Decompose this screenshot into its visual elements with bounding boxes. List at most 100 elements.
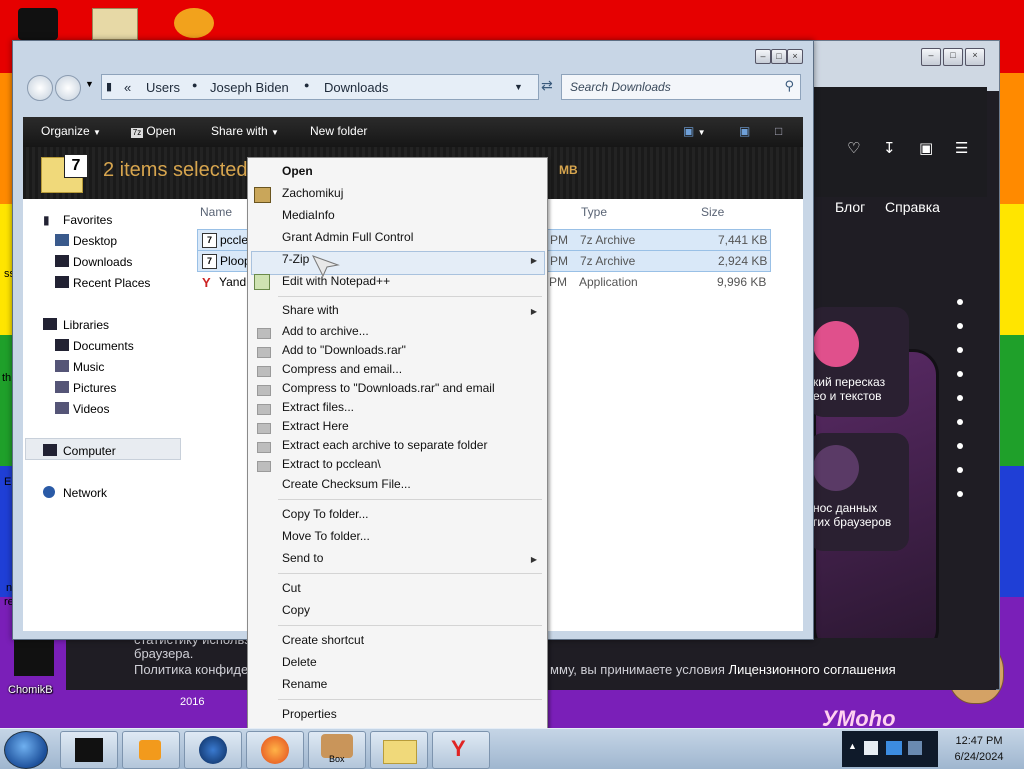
breadcrumb-user[interactable]: Joseph Biden	[210, 80, 289, 95]
open-button[interactable]: 7z Open	[131, 124, 176, 138]
maximize-button[interactable]: □	[943, 48, 963, 66]
menu-item-copy-to-folder[interactable]: Copy To folder...	[282, 507, 369, 521]
music-icon	[55, 360, 69, 372]
nav-libraries[interactable]: Libraries	[63, 318, 109, 332]
maximize-button[interactable]: □	[771, 49, 787, 64]
nav-link-blog[interactable]: Блог	[835, 199, 865, 215]
search-icon[interactable]: ⚲	[784, 78, 794, 94]
address-dropdown-icon[interactable]: ▼	[514, 82, 523, 92]
taskbar-app-chomikbox[interactable]: Box	[308, 731, 366, 769]
menu-item-add-to-downloads-rar[interactable]: Add to "Downloads.rar"	[282, 343, 406, 357]
breadcrumb-separator-icon: ●	[304, 80, 310, 90]
recent-places-icon	[55, 276, 69, 288]
nav-recent-places[interactable]: Recent Places	[73, 276, 150, 290]
winrar-icon	[257, 461, 271, 472]
taskbar-app-globe[interactable]	[184, 731, 242, 769]
nav-favorites[interactable]: Favorites	[63, 213, 112, 227]
menu-item-rename[interactable]: Rename	[282, 677, 327, 691]
menu-item-zachomikuj[interactable]: Zachomikuj	[282, 186, 343, 200]
menu-item-properties[interactable]: Properties	[282, 707, 337, 721]
close-button[interactable]: ×	[965, 48, 985, 66]
menu-icon[interactable]: ☰	[955, 139, 968, 157]
file-name: Yand	[219, 275, 247, 289]
recent-pages-icon[interactable]: ▼	[85, 79, 94, 89]
help-icon[interactable]: □	[775, 124, 782, 138]
download-icon[interactable]: ↧	[883, 139, 896, 157]
app-icon[interactable]	[174, 8, 214, 38]
card-text: нос данных гих браузеров	[813, 501, 892, 529]
pocket-icon[interactable]: ♡	[847, 139, 860, 157]
yandex-app-icon: Y	[202, 275, 211, 290]
clock-date[interactable]: 6/24/2024	[944, 751, 1014, 763]
menu-item-delete[interactable]: Delete	[282, 655, 317, 669]
menu-item-compress-and-email[interactable]: Compress and email...	[282, 362, 402, 376]
menu-item-extract-to[interactable]: Extract to pcclean\	[282, 457, 381, 471]
nav-link-help[interactable]: Справка	[885, 199, 940, 215]
notepadpp-icon	[254, 274, 270, 290]
nav-music[interactable]: Music	[73, 360, 104, 374]
close-button[interactable]: ×	[787, 49, 803, 64]
menu-item-add-to-archive[interactable]: Add to archive...	[282, 324, 369, 338]
extensions-icon[interactable]: ▣	[919, 139, 933, 157]
menu-item-extract-files[interactable]: Extract files...	[282, 400, 354, 414]
menu-item-mediainfo[interactable]: MediaInfo	[282, 208, 335, 222]
column-type[interactable]: Type	[581, 205, 607, 219]
chomikbox-desktop-icon[interactable]	[14, 636, 54, 676]
nav-downloads[interactable]: Downloads	[73, 255, 132, 269]
view-options-icon[interactable]: ▣ ▼	[683, 124, 706, 138]
menu-item-cut[interactable]: Cut	[282, 581, 301, 595]
back-button[interactable]	[27, 75, 53, 101]
file-size: 2,924 KB	[718, 254, 768, 268]
address-bar[interactable]: ▮ « Users ● Joseph Biden ● Downloads ▼	[101, 74, 539, 100]
menu-item-share-with[interactable]: Share with	[282, 303, 339, 317]
nav-computer[interactable]: Computer	[63, 444, 116, 458]
taskbar-app-media-player[interactable]	[122, 731, 180, 769]
organize-button[interactable]: Organize ▼	[41, 124, 101, 138]
column-name[interactable]: Name	[200, 205, 232, 219]
menu-item-extract-each[interactable]: Extract each archive to separate folder	[282, 438, 487, 452]
forward-button[interactable]	[55, 75, 81, 101]
submenu-arrow-icon: ▶	[530, 256, 537, 265]
nav-desktop[interactable]: Desktop	[73, 234, 117, 248]
menu-item-compress-to-rar-email[interactable]: Compress to "Downloads.rar" and email	[282, 381, 495, 395]
breadcrumb-downloads[interactable]: Downloads	[324, 80, 388, 95]
taskbar-app-yandex[interactable]: Y	[432, 731, 490, 769]
taskbar-app-blackbox[interactable]	[60, 731, 118, 769]
menu-item-7zip[interactable]: 7-Zip	[282, 252, 309, 266]
tray-network-icon[interactable]	[886, 741, 902, 755]
nav-documents[interactable]: Documents	[73, 339, 134, 353]
share-with-button[interactable]: Share with ▼	[211, 124, 279, 138]
license-link[interactable]: Лицензионного соглашения	[729, 662, 896, 677]
search-input[interactable]: Search Downloads ⚲	[561, 74, 801, 100]
chat-icon	[813, 321, 859, 367]
clock-time[interactable]: 12:47 PM	[944, 735, 1014, 747]
year-label: 2016	[180, 696, 205, 708]
taskbar-app-explorer[interactable]	[370, 731, 428, 769]
overflow-icon: «	[124, 80, 132, 95]
nav-videos[interactable]: Videos	[73, 402, 109, 416]
preview-pane-icon[interactable]: ▣	[739, 124, 750, 138]
taskbar-app-firefox[interactable]	[246, 731, 304, 769]
minimize-button[interactable]: –	[755, 49, 771, 64]
breadcrumb-users[interactable]: Users	[146, 80, 180, 95]
new-folder-button[interactable]: New folder	[310, 124, 367, 138]
menu-item-grant-admin[interactable]: Grant Admin Full Control	[282, 230, 413, 244]
menu-item-send-to[interactable]: Send to	[282, 551, 323, 565]
nav-pictures[interactable]: Pictures	[73, 381, 116, 395]
start-button[interactable]	[4, 731, 48, 769]
minimize-button[interactable]: –	[921, 48, 941, 66]
menu-item-open[interactable]: Open	[282, 164, 313, 178]
tray-display-icon[interactable]	[908, 741, 922, 755]
menu-item-create-shortcut[interactable]: Create shortcut	[282, 633, 364, 647]
menu-item-create-checksum[interactable]: Create Checksum File...	[282, 477, 411, 491]
refresh-icon[interactable]: ⇄	[541, 77, 553, 94]
trash-icon[interactable]	[18, 8, 58, 40]
menu-item-copy[interactable]: Copy	[282, 603, 310, 617]
folder-photos-icon[interactable]	[92, 8, 138, 40]
nav-network[interactable]: Network	[63, 486, 107, 500]
tray-app-icon[interactable]	[864, 741, 878, 755]
menu-item-extract-here[interactable]: Extract Here	[282, 419, 349, 433]
column-size[interactable]: Size	[701, 205, 724, 219]
tray-expand-icon[interactable]: ▲	[848, 741, 857, 751]
menu-item-move-to-folder[interactable]: Move To folder...	[282, 529, 370, 543]
